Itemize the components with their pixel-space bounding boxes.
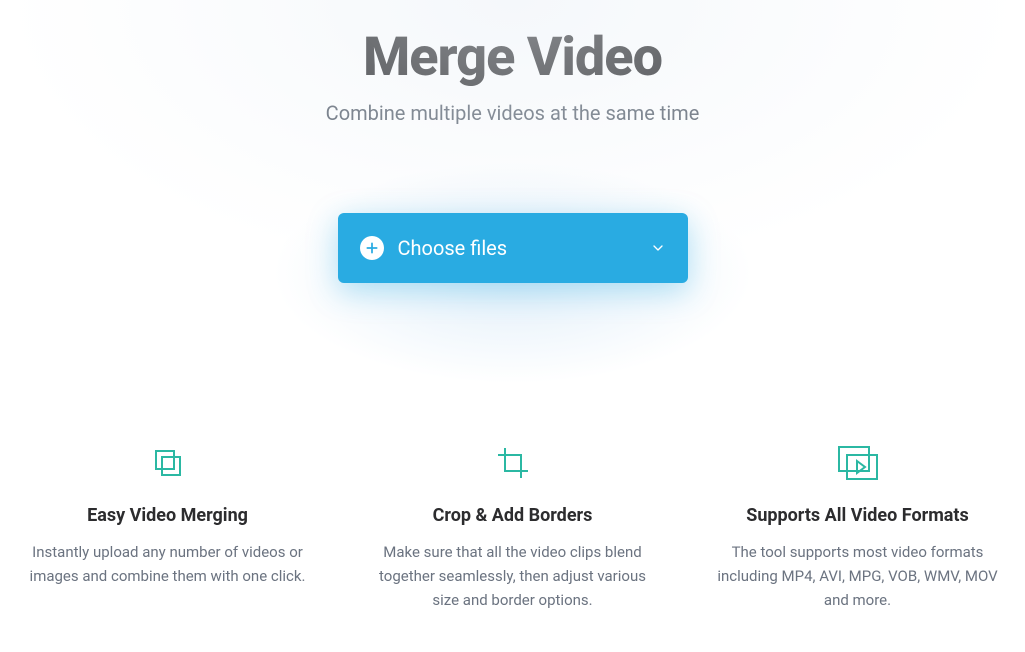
feature-desc: Make sure that all the video clips blend…: [363, 540, 663, 612]
page-subtitle: Combine multiple videos at the same time: [0, 101, 1025, 125]
feature-title: Supports All Video Formats: [708, 505, 1008, 526]
chevron-down-icon[interactable]: [650, 240, 666, 256]
choose-files-button[interactable]: Choose files: [338, 213, 688, 283]
hero-section: Merge Video Combine multiple videos at t…: [0, 0, 1025, 283]
feature-desc: Instantly upload any number of videos or…: [18, 540, 318, 588]
crop-icon: [363, 443, 663, 483]
feature-title: Crop & Add Borders: [363, 505, 663, 526]
choose-files-label: Choose files: [398, 236, 650, 260]
choose-files-wrapper: Choose files: [0, 213, 1025, 283]
plus-icon: [360, 236, 384, 260]
feature-desc: The tool supports most video formats inc…: [708, 540, 1008, 612]
feature-crop-borders: Crop & Add Borders Make sure that all th…: [363, 443, 663, 612]
play-box-icon: [708, 443, 1008, 483]
features-row: Easy Video Merging Instantly upload any …: [0, 443, 1025, 612]
feature-formats: Supports All Video Formats The tool supp…: [708, 443, 1008, 612]
feature-easy-merging: Easy Video Merging Instantly upload any …: [18, 443, 318, 612]
page-title: Merge Video: [0, 28, 1025, 87]
layers-icon: [18, 443, 318, 483]
feature-title: Easy Video Merging: [18, 505, 318, 526]
